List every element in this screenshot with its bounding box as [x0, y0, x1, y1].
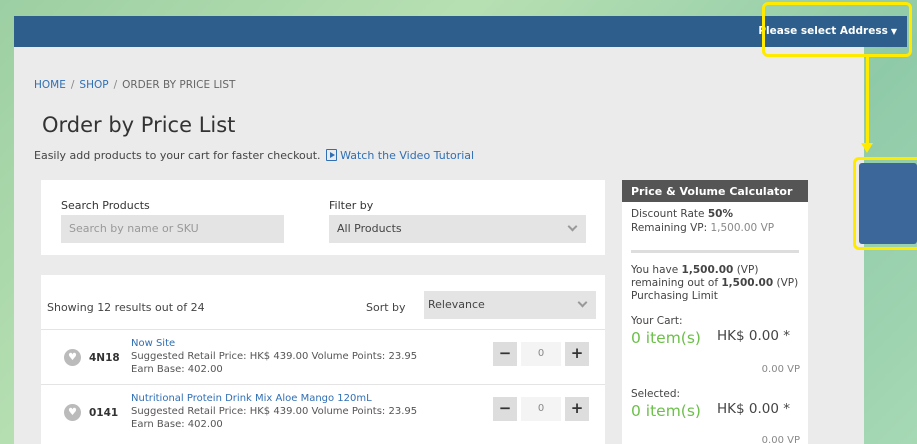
search-panel: Search Products Search by name or SKU Fi… [41, 180, 605, 255]
breadcrumb: HOME / SHOP / ORDER BY PRICE LIST [34, 79, 235, 91]
results-count: Showing 12 results out of 24 [47, 301, 205, 314]
remaining-label: Remaining VP: [631, 222, 711, 234]
sort-label: Sort by [366, 301, 406, 314]
quantity-input[interactable]: 0 [521, 342, 561, 366]
arrow-line [866, 57, 869, 145]
cart-items: 0 item(s) [631, 329, 701, 347]
have-pre: You have [631, 264, 682, 276]
quantity-input[interactable]: 0 [521, 397, 561, 421]
breadcrumb-home[interactable]: HOME [34, 79, 66, 91]
discount-label: Discount Rate [631, 208, 708, 220]
highlight-box [853, 157, 917, 250]
selected-price: HK$ 0.00 * [717, 401, 790, 417]
have-value: 1,500.00 [681, 264, 734, 276]
breadcrumb-shop[interactable]: SHOP [79, 79, 108, 91]
sort-select[interactable]: Relevance [424, 291, 596, 319]
product-info: Suggested Retail Price: HK$ 439.00 Volum… [131, 351, 418, 362]
limit-unit: (VP) [773, 277, 799, 289]
filter-value: All Products [337, 222, 402, 235]
product-row: ♥ 4N18 Now Site Suggested Retail Price: … [41, 329, 605, 377]
page-subtitle: Easily add products to your cart for fas… [34, 149, 474, 162]
main-content: HOME / SHOP / ORDER BY PRICE LIST Order by P… [14, 47, 864, 444]
product-sku: 4N18 [89, 352, 120, 364]
plus-icon[interactable]: + [565, 397, 589, 421]
video-icon[interactable] [326, 149, 338, 161]
search-input[interactable]: Search by name or SKU [61, 215, 284, 243]
cart-label: Your Cart: [631, 315, 683, 327]
remaining-vp: Remaining VP: 1,500.00 VP [631, 222, 774, 235]
have-vp-line: You have 1,500.00 (VP) [631, 264, 758, 277]
product-name-link[interactable]: Nutritional Protein Drink Mix Aloe Mango… [131, 393, 372, 404]
product-info: Suggested Retail Price: HK$ 439.00 Volum… [131, 406, 418, 417]
plus-icon[interactable]: + [565, 342, 589, 366]
selected-label: Selected: [631, 388, 681, 400]
remaining-value: 1,500.00 VP [710, 222, 775, 234]
cart-vp: 0.00 VP [761, 364, 800, 375]
price-volume-calculator: Price & Volume Calculator Discount Rate … [622, 180, 808, 444]
chevron-down-icon [577, 297, 588, 308]
product-earn-base: Earn Base: 402.00 [131, 419, 223, 430]
highlight-box [762, 2, 912, 57]
product-list: Showing 12 results out of 24 Sort by Rel… [41, 275, 605, 444]
purchasing-limit: Purchasing Limit [631, 290, 718, 302]
have-unit: (VP) [733, 264, 759, 276]
cart-price: HK$ 0.00 * [717, 328, 790, 344]
page-title: Order by Price List [42, 113, 236, 137]
limit-value: 1,500.00 [721, 277, 774, 289]
product-sku: 0141 [89, 407, 119, 419]
minus-icon[interactable]: − [493, 397, 517, 421]
filter-label: Filter by [329, 199, 374, 212]
sort-value: Relevance [428, 298, 485, 311]
search-label: Search Products [61, 199, 150, 212]
subtitle-text: Easily add products to your cart for fas… [34, 149, 321, 162]
limit-line: remaining out of 1,500.00 (VP) [631, 277, 798, 290]
arrow-head [861, 143, 873, 153]
limit-pre: remaining out of [631, 277, 722, 289]
product-earn-base: Earn Base: 402.00 [131, 364, 223, 375]
discount-value: 50% [707, 208, 733, 220]
discount-rate: Discount Rate 50% [631, 208, 733, 221]
filter-select[interactable]: All Products [329, 215, 586, 243]
heart-icon[interactable]: ♥ [64, 349, 81, 366]
video-tutorial-link[interactable]: Watch the Video Tutorial [340, 149, 474, 162]
divider [631, 250, 799, 253]
breadcrumb-separator: / [113, 79, 118, 91]
minus-icon[interactable]: − [493, 342, 517, 366]
calculator-title: Price & Volume Calculator [622, 180, 808, 202]
product-row: ♥ 0141 Nutritional Protein Drink Mix Alo… [41, 384, 605, 432]
heart-icon[interactable]: ♥ [64, 404, 81, 421]
breadcrumb-current: ORDER BY PRICE LIST [122, 79, 236, 91]
chevron-down-icon [567, 221, 578, 232]
breadcrumb-separator: / [70, 79, 75, 91]
selected-items: 0 item(s) [631, 402, 701, 420]
selected-vp: 0.00 VP [761, 435, 800, 444]
product-name-link[interactable]: Now Site [131, 338, 175, 349]
